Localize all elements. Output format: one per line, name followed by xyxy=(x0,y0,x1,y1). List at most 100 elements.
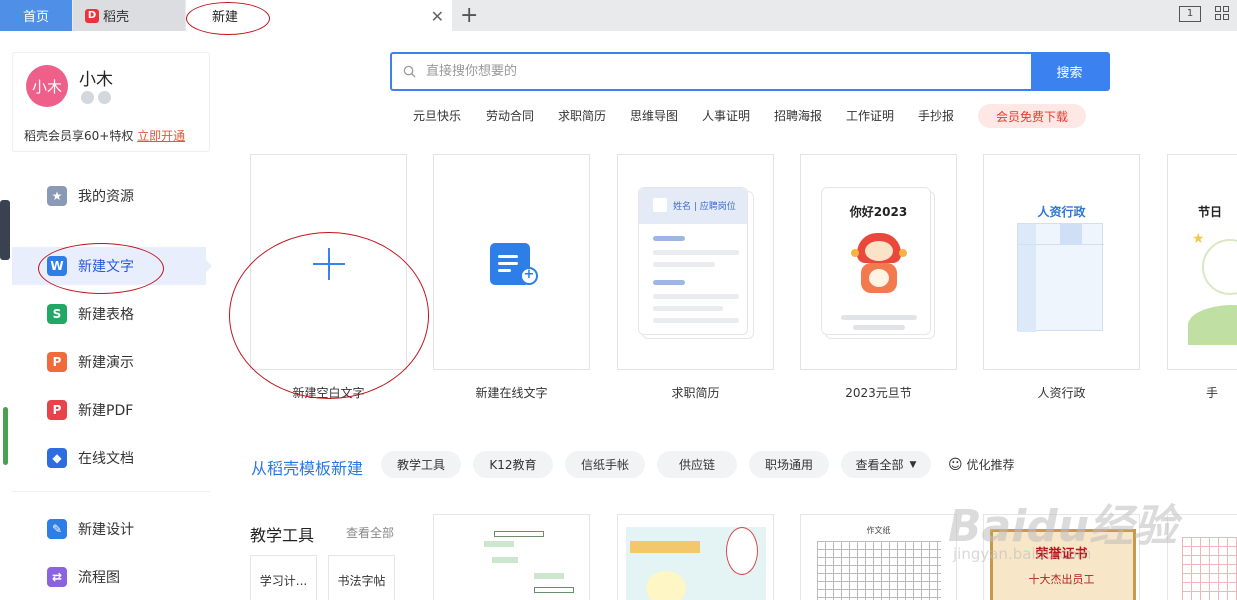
card-festival[interactable]: 节日 ★ xyxy=(1167,154,1237,370)
card-label-hr: 人资行政 xyxy=(1037,386,1086,400)
template-thumb-handcopy[interactable] xyxy=(617,514,774,600)
sidebar-item-presentation[interactable]: P 新建演示 xyxy=(12,343,206,381)
level-badge-icon xyxy=(81,91,94,104)
search-input[interactable] xyxy=(426,54,1031,89)
section-title: 教学工具 xyxy=(250,526,315,545)
vip-download-badge[interactable]: 会员免费下载 xyxy=(978,104,1086,128)
star-icon: ★ xyxy=(47,186,67,206)
sheet-icon: S xyxy=(47,304,67,324)
hr-table-thumbnail xyxy=(1017,223,1104,332)
side-scroll-handle-green[interactable] xyxy=(3,407,8,465)
sidebar-item-star[interactable]: ★ 我的资源 xyxy=(12,177,206,215)
chip-supply-chain[interactable]: 供应链 xyxy=(657,451,737,478)
sidebar-item-design[interactable]: ✎ 新建设计 xyxy=(12,510,206,548)
user-badges xyxy=(81,91,111,104)
close-tab-icon[interactable]: ✕ xyxy=(431,7,444,26)
card-label-festival: 手 xyxy=(1205,386,1218,400)
online-doc-plus-icon: + xyxy=(520,267,538,285)
nav-divider xyxy=(12,491,210,492)
optimize-recommend[interactable]: ☺ 优化推荐 xyxy=(948,456,1014,473)
card-online-doc[interactable]: + xyxy=(433,154,590,370)
hotword-item[interactable]: 工作证明 xyxy=(846,107,894,124)
hotword-item[interactable]: 人事证明 xyxy=(702,107,750,124)
pdf-icon: P xyxy=(47,400,67,420)
card-blank-doc[interactable] xyxy=(250,154,407,370)
chip-stationery[interactable]: 信纸手帐 xyxy=(565,451,645,478)
chip-workplace[interactable]: 职场通用 xyxy=(749,451,829,478)
sidebar-item-word[interactable]: W 新建文字 xyxy=(12,247,212,285)
hr-thumb-title: 人资行政 xyxy=(1037,205,1086,219)
sidebar-item-label: 新建表格 xyxy=(78,307,134,323)
lion-dance-illustration xyxy=(851,233,907,303)
sidebar-item-label: 新建PDF xyxy=(78,403,134,419)
hotword-item[interactable]: 求职简历 xyxy=(558,107,606,124)
vip-badge-icon xyxy=(98,91,111,104)
sidebar-item-pdf[interactable]: P 新建PDF xyxy=(12,391,206,429)
resume-avatar-icon xyxy=(653,198,667,212)
window-count-icon[interactable]: 1 xyxy=(1179,6,1201,22)
mini-card-study-plan[interactable]: 学习计... xyxy=(250,555,317,600)
plus-icon-vertical xyxy=(328,248,330,280)
profile-card: 小木 小木 稻壳会员享60+特权 立即开通 xyxy=(12,52,210,152)
hotword-item[interactable]: 招聘海报 xyxy=(774,107,822,124)
optimize-recommend-label: 优化推荐 xyxy=(966,458,1015,472)
search-icon xyxy=(392,54,426,89)
card-label-blank: 新建空白文字 xyxy=(292,386,365,400)
card-label-new-year: 2023元旦节 xyxy=(845,386,912,400)
sidebar-item-label: 我的资源 xyxy=(78,189,134,205)
chip-k12[interactable]: K12教育 xyxy=(473,451,553,478)
daoke-logo-icon: D xyxy=(85,8,99,23)
hotword-item[interactable]: 思维导图 xyxy=(630,107,678,124)
vip-open-link[interactable]: 立即开通 xyxy=(137,129,185,143)
grid-view-icon[interactable] xyxy=(1215,6,1229,20)
template-thumb-mindmap[interactable] xyxy=(433,514,590,600)
chevron-down-icon: ▼ xyxy=(909,459,917,470)
flowchart-icon: ⇄ xyxy=(47,567,67,587)
chip-view-all[interactable]: 查看全部 ▼ xyxy=(841,451,931,478)
grid-paper-title: 作文纸 xyxy=(866,526,891,535)
search-button[interactable]: 搜索 xyxy=(1031,54,1108,89)
festival-thumb-title: 节日 xyxy=(1198,205,1223,219)
sidebar-item-label: 新建文字 xyxy=(78,259,134,275)
active-indicator-arrow xyxy=(206,260,212,272)
baidu-watermark-url: jingyan.baidu.com xyxy=(953,545,1092,563)
search-bar: 搜索 xyxy=(390,52,1110,91)
tab-home-label: 首页 xyxy=(22,10,49,25)
vip-promo: 稻壳会员享60+特权 立即开通 xyxy=(24,127,185,144)
card-hr-admin[interactable]: 人资行政 xyxy=(983,154,1140,370)
tab-new-label: 新建 xyxy=(212,10,239,25)
tab-new[interactable]: 新建 ✕ xyxy=(186,0,452,31)
sidebar-item-cloud-doc[interactable]: ◆ 在线文档 xyxy=(12,439,206,477)
app-window: 首页 D 稻壳 新建 ✕ + 1 小木 小木 稻壳会员享60+特权 立即开通 ★… xyxy=(0,0,1237,600)
template-thumb-grid-paper[interactable]: 作文纸 xyxy=(800,514,957,600)
card-new-year[interactable]: 你好2023 xyxy=(800,154,957,370)
presentation-icon: P xyxy=(47,352,67,372)
mini-card-calligraphy[interactable]: 书法字帖 xyxy=(328,555,395,600)
sidebar-item-sheet[interactable]: S 新建表格 xyxy=(12,295,206,333)
avatar[interactable]: 小木 xyxy=(26,65,68,107)
hotword-item[interactable]: 元旦快乐 xyxy=(413,107,461,124)
window-controls: 1 xyxy=(1179,6,1229,22)
ny-thumb-title: 你好2023 xyxy=(849,205,908,219)
add-tab-icon[interactable]: + xyxy=(460,3,478,28)
hotword-item[interactable]: 劳动合同 xyxy=(486,107,534,124)
hot-keywords: 元旦快乐 劳动合同 求职简历 思维导图 人事证明 招聘海报 工作证明 手抄报 会… xyxy=(0,104,1237,128)
tab-home[interactable]: 首页 xyxy=(0,0,72,31)
tab-daoke-label: 稻壳 xyxy=(103,10,130,25)
chip-teaching[interactable]: 教学工具 xyxy=(381,451,461,478)
sidebar-item-label: 新建演示 xyxy=(78,355,134,371)
sidebar-item-label: 新建设计 xyxy=(78,522,134,538)
hotword-item[interactable]: 手抄报 xyxy=(918,107,954,124)
templates-title: 从稻壳模板新建 xyxy=(251,459,364,478)
template-thumb-pink-grid[interactable] xyxy=(1167,514,1237,600)
user-name: 小木 xyxy=(79,70,113,90)
section-more-link[interactable]: 查看全部 xyxy=(346,524,394,541)
card-resume[interactable]: 姓名 | 应聘岗位 xyxy=(617,154,774,370)
card-label-resume: 求职简历 xyxy=(671,386,720,400)
design-icon: ✎ xyxy=(47,519,67,539)
festival-illustration: ★ xyxy=(1188,225,1237,345)
side-scroll-handle[interactable] xyxy=(0,200,10,260)
card-label-online: 新建在线文字 xyxy=(475,386,548,400)
tab-daoke[interactable]: D 稻壳 xyxy=(73,0,185,31)
sidebar-item-flowchart[interactable]: ⇄ 流程图 xyxy=(12,558,206,596)
